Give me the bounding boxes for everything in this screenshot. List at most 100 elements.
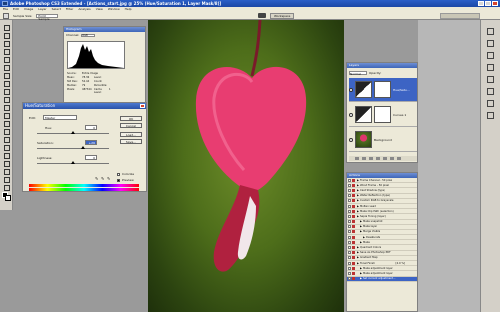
layer-row-hue-saturation[interactable]: Hue/Satu...	[349, 78, 417, 102]
visibility-eye-icon[interactable]	[349, 112, 353, 117]
action-toggle-checkbox[interactable]	[348, 246, 351, 250]
dodge-tool-icon[interactable]	[2, 128, 10, 135]
expand-triangle-icon[interactable]: ▶	[357, 205, 359, 208]
document-canvas[interactable]	[148, 20, 344, 312]
history-panel-icon[interactable]	[487, 88, 494, 95]
sample-size-select[interactable]: Point Sample	[36, 13, 59, 20]
action-toggle-checkbox[interactable]	[348, 194, 351, 198]
saturation-input[interactable]: +26	[85, 140, 97, 145]
colorize-checkbox[interactable]	[117, 173, 120, 176]
action-toggle-checkbox[interactable]	[348, 204, 351, 208]
action-toggle-checkbox[interactable]	[348, 240, 351, 244]
ok-button[interactable]: OK	[120, 116, 142, 121]
save-button[interactable]: Save...	[120, 139, 142, 144]
dialog-toggle-icon[interactable]	[352, 225, 355, 229]
history-brush-tool-icon[interactable]	[2, 96, 10, 103]
action-toggle-checkbox[interactable]	[348, 225, 351, 229]
eyedropper-icon[interactable]: ✎	[95, 176, 98, 181]
notes-tool-icon[interactable]	[2, 168, 10, 175]
saturation-slider-thumb[interactable]	[81, 146, 85, 149]
new-group-icon[interactable]	[383, 157, 387, 160]
minimize-button[interactable]	[478, 1, 484, 6]
action-toggle-checkbox[interactable]	[348, 235, 351, 239]
blend-mode-select[interactable]: Normal	[349, 71, 367, 76]
expand-triangle-icon[interactable]: ▶	[357, 179, 359, 182]
expand-triangle-icon[interactable]: ▶	[360, 220, 362, 223]
crop-tool-icon[interactable]	[2, 56, 10, 63]
channels-panel-icon[interactable]	[487, 100, 494, 107]
workspace-button[interactable]: Workspace	[270, 13, 295, 19]
color-panel-icon[interactable]	[487, 52, 494, 59]
hue-slider-thumb[interactable]	[71, 131, 75, 134]
visibility-eye-icon[interactable]	[349, 87, 353, 92]
visibility-eye-icon[interactable]	[349, 137, 353, 142]
action-row[interactable]: ▶ Set current adjustment...	[347, 276, 417, 282]
dialog-toggle-icon[interactable]	[352, 199, 355, 203]
edit-select[interactable]: Master	[43, 115, 77, 120]
paths-panel-icon[interactable]	[487, 112, 494, 119]
action-toggle-checkbox[interactable]	[348, 271, 351, 275]
slice-tool-icon[interactable]	[2, 64, 10, 71]
maximize-button[interactable]	[485, 1, 491, 6]
dialog-toggle-icon[interactable]	[352, 235, 355, 239]
hand-tool-icon[interactable]	[2, 184, 10, 191]
dialog-toggle-icon[interactable]	[352, 209, 355, 213]
link-layers-icon[interactable]	[355, 157, 359, 160]
action-toggle-checkbox[interactable]	[348, 220, 351, 224]
background-color-swatch[interactable]	[5, 195, 11, 201]
dialog-toggle-icon[interactable]	[352, 188, 355, 192]
expand-triangle-icon[interactable]: ▶	[360, 267, 362, 270]
expand-triangle-icon[interactable]: ▶	[357, 246, 359, 249]
dialog-toggle-icon[interactable]	[352, 230, 355, 234]
new-layer-icon[interactable]	[390, 157, 394, 160]
lasso-tool-icon[interactable]	[2, 40, 10, 47]
dialog-toggle-icon[interactable]	[352, 251, 355, 255]
expand-triangle-icon[interactable]: ▶	[360, 241, 362, 244]
expand-triangle-icon[interactable]: ▶	[357, 215, 359, 218]
action-toggle-checkbox[interactable]	[348, 178, 351, 182]
eraser-tool-icon[interactable]	[2, 104, 10, 111]
layer-row-curves[interactable]: Curves 1	[349, 103, 417, 127]
path-selection-tool-icon[interactable]	[2, 152, 10, 159]
action-toggle-checkbox[interactable]	[348, 209, 351, 213]
dialog-toggle-icon[interactable]	[352, 256, 355, 260]
action-toggle-checkbox[interactable]	[348, 183, 351, 187]
navigator-panel-icon[interactable]	[487, 28, 494, 35]
expand-triangle-icon[interactable]: ▶	[360, 225, 362, 228]
action-toggle-checkbox[interactable]	[348, 188, 351, 192]
info-panel-icon[interactable]	[487, 40, 494, 47]
trash-icon[interactable]	[397, 157, 401, 160]
eyedropper-tool-icon[interactable]	[3, 12, 9, 19]
eyedropper-tool-icon[interactable]	[2, 176, 10, 183]
expand-triangle-icon[interactable]: ▶	[357, 251, 359, 254]
close-window-button[interactable]	[492, 1, 498, 6]
bridge-icon[interactable]	[258, 13, 266, 18]
preview-checkbox[interactable]	[117, 179, 120, 182]
expand-triangle-icon[interactable]: ▶	[357, 189, 359, 192]
lightness-slider-thumb[interactable]	[71, 161, 75, 164]
expand-triangle-icon[interactable]: ▶	[357, 210, 359, 213]
clone-stamp-tool-icon[interactable]	[2, 88, 10, 95]
expand-triangle-icon[interactable]: ▶	[360, 230, 362, 233]
layer-row-background[interactable]: Background	[349, 128, 417, 152]
channel-select[interactable]: RGB	[81, 33, 96, 37]
expand-triangle-icon[interactable]: ▶	[357, 194, 359, 197]
marquee-tool-icon[interactable]	[2, 32, 10, 39]
expand-triangle-icon[interactable]: ▶	[357, 256, 359, 259]
expand-triangle-icon[interactable]: ▶	[363, 236, 365, 239]
cancel-button[interactable]: Cancel	[120, 123, 142, 128]
action-toggle-checkbox[interactable]	[348, 261, 351, 265]
lightness-input[interactable]: 0	[85, 155, 97, 160]
expand-triangle-icon[interactable]: ▶	[357, 262, 359, 265]
dialog-toggle-icon[interactable]	[352, 240, 355, 244]
styles-panel-icon[interactable]	[487, 76, 494, 83]
dialog-toggle-icon[interactable]	[352, 261, 355, 265]
action-toggle-checkbox[interactable]	[348, 199, 351, 203]
dialog-toggle-icon[interactable]	[352, 271, 355, 275]
dialog-toggle-icon[interactable]	[352, 178, 355, 182]
gradient-tool-icon[interactable]	[2, 112, 10, 119]
load-button[interactable]: Load...	[120, 132, 142, 137]
healing-brush-tool-icon[interactable]	[2, 72, 10, 79]
brush-tool-icon[interactable]	[2, 80, 10, 87]
blur-tool-icon[interactable]	[2, 120, 10, 127]
